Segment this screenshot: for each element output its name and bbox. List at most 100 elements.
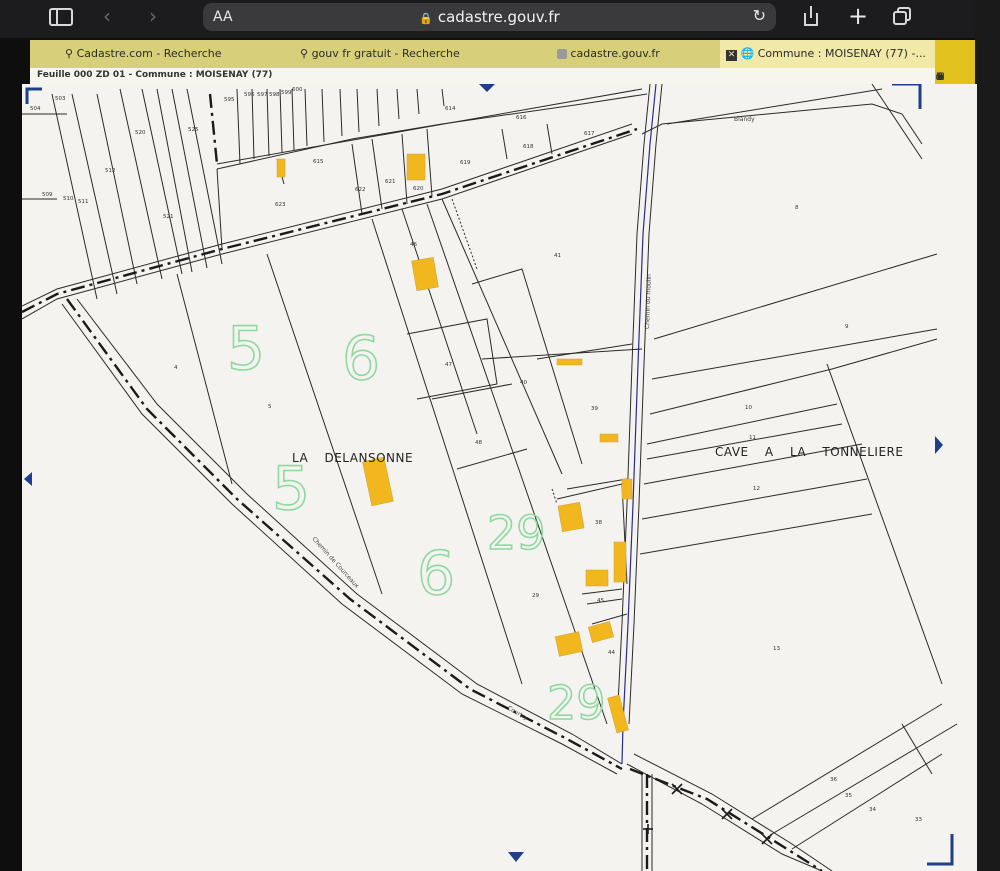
parcel-label: 34 bbox=[869, 807, 876, 813]
search-icon: ⚲ bbox=[300, 47, 309, 60]
parcel-label: 521 bbox=[163, 214, 174, 220]
parcel-label: 619 bbox=[460, 160, 471, 166]
back-icon[interactable]: ‹ bbox=[103, 4, 111, 28]
place-name-cave-a-la-tonneliere: CAVE A LA TONNELIERE bbox=[715, 445, 903, 459]
forward-icon[interactable]: › bbox=[149, 4, 157, 28]
parcel-label: 33 bbox=[915, 817, 922, 823]
tab-label: Commune : MOISENAY (77) -... bbox=[757, 47, 926, 60]
parcel-label: 597 bbox=[257, 92, 268, 98]
parcel-label: 614 bbox=[445, 106, 456, 112]
close-icon[interactable]: ☒ bbox=[936, 72, 944, 82]
parcel-label: 47 bbox=[445, 362, 452, 368]
parcel-label: 509 bbox=[42, 192, 53, 198]
tab-cadastre-gouv[interactable]: cadastre.gouv.fr bbox=[557, 40, 727, 68]
place-name-la-delansonne: LA DELANSONNE bbox=[292, 451, 413, 465]
parcel-label: 29 bbox=[532, 593, 539, 599]
parcel-label: 622 bbox=[355, 187, 366, 193]
parcel-label: 12 bbox=[753, 486, 760, 492]
handwritten-number: 6 bbox=[342, 324, 380, 394]
road-labels: Blandy Chemin du moulin Chemin de Cource… bbox=[311, 116, 756, 722]
tab-label: Cadastre.com - Recherche bbox=[76, 47, 222, 60]
device-bezel bbox=[975, 0, 1000, 871]
parcel-label: 40 bbox=[520, 380, 527, 386]
tab-label: gouv fr gratuit - Recherche bbox=[311, 47, 460, 60]
parcel-label: 5 bbox=[268, 404, 272, 410]
pan-left-icon[interactable] bbox=[24, 472, 32, 486]
sidebar-icon[interactable] bbox=[49, 8, 73, 26]
parcel-label: 623 bbox=[275, 202, 286, 208]
parcel-label: 10 bbox=[745, 405, 752, 411]
handwritten-number: 5 bbox=[227, 314, 265, 384]
sheet-title: Feuille 000 ZD 01 - Commune : MOISENAY (… bbox=[37, 70, 273, 80]
place-names: LA DELANSONNE CAVE A LA TONNELIERE bbox=[292, 445, 903, 465]
address-bar[interactable]: AA 🔒 cadastre.gouv.fr ↻ bbox=[203, 3, 776, 31]
parcel-label: 617 bbox=[584, 131, 595, 137]
parcel-label: 503 bbox=[55, 96, 66, 102]
cadastre-map[interactable]: 5 6 5 6 29 29 503 504 595 596 597 598 59… bbox=[22, 84, 977, 871]
parcel-label: 13 bbox=[773, 646, 780, 652]
parcel-label: 504 bbox=[30, 106, 41, 112]
handwritten-number: 6 bbox=[417, 539, 455, 609]
tab-cadastre-com[interactable]: ⚲ Cadastre.com - Recherche bbox=[65, 40, 275, 68]
road-label-courtry: Courtry bbox=[506, 705, 529, 723]
parcel-label: 45 bbox=[597, 598, 604, 604]
reload-icon[interactable]: ↻ bbox=[753, 6, 766, 25]
parcel-label: 600 bbox=[292, 87, 303, 93]
browser-toolbar: ‹ › AA 🔒 cadastre.gouv.fr ↻ + bbox=[0, 0, 1000, 38]
pan-down-icon[interactable] bbox=[508, 852, 524, 862]
parcel-label: 44 bbox=[608, 650, 615, 656]
parcel-label: 620 bbox=[413, 186, 424, 192]
road-label-blandy: Blandy bbox=[734, 116, 755, 123]
pan-right-icon[interactable] bbox=[935, 436, 943, 454]
search-icon: ⚲ bbox=[65, 47, 74, 60]
parcel-label: 618 bbox=[523, 144, 534, 150]
parcel-label: 511 bbox=[78, 199, 89, 205]
parcel-label: 39 bbox=[591, 406, 598, 412]
parcel-label: 36 bbox=[830, 777, 837, 783]
close-icon[interactable]: ✕ bbox=[726, 50, 737, 61]
chemin-centerline bbox=[621, 84, 657, 765]
tab-bar: ⚲ Cadastre.com - Recherche ⚲ gouv fr gra… bbox=[30, 40, 935, 68]
handwritten-number: 29 bbox=[547, 676, 606, 730]
map-canvas[interactable]: 5 6 5 6 29 29 503 504 595 596 597 598 59… bbox=[22, 84, 977, 871]
parcel-label: 598 bbox=[269, 92, 280, 98]
handwritten-marks: 5 6 5 6 29 29 bbox=[226, 313, 606, 731]
parcel-label: 596 bbox=[244, 92, 255, 98]
tab-commune-moisenay[interactable]: ✕ 🌐 Commune : MOISENAY (77) -... bbox=[720, 40, 935, 68]
parcel-label: 8 bbox=[795, 205, 799, 211]
new-tab-icon[interactable]: + bbox=[848, 2, 868, 30]
road-label-chemin-du-moulin: Chemin du moulin bbox=[644, 274, 653, 329]
parcel-lines bbox=[22, 84, 958, 871]
parcel-label: 38 bbox=[595, 520, 602, 526]
parcel-label: 510 bbox=[63, 196, 74, 202]
parcel-label: 595 bbox=[224, 97, 235, 103]
parcel-label: 41 bbox=[554, 253, 561, 259]
handwritten-number: 29 bbox=[487, 506, 546, 560]
parcel-label: 11 bbox=[749, 435, 756, 441]
sheet-header: Feuille 000 ZD 01 - Commune : MOISENAY (… bbox=[30, 68, 945, 85]
map-nav-arrows bbox=[24, 84, 943, 862]
tab-label: cadastre.gouv.fr bbox=[570, 47, 660, 60]
tab-gouv-fr-gratuit[interactable]: ⚲ gouv fr gratuit - Recherche bbox=[300, 40, 510, 68]
parcel-label: 520 bbox=[135, 130, 146, 136]
parcel-label: 599 bbox=[281, 90, 292, 96]
tabs-overview-icon[interactable] bbox=[893, 7, 911, 25]
parcel-label: 621 bbox=[385, 179, 396, 185]
share-icon[interactable] bbox=[802, 6, 820, 26]
parcel-label: 48 bbox=[475, 440, 482, 446]
buildings bbox=[276, 153, 633, 734]
url-text: 🔒 cadastre.gouv.fr bbox=[203, 8, 776, 26]
url-value: cadastre.gouv.fr bbox=[437, 8, 560, 26]
site-icon bbox=[557, 49, 567, 59]
lock-icon: 🔒 bbox=[419, 12, 434, 25]
parcel-label: 616 bbox=[516, 115, 527, 121]
globe-icon: 🌐 bbox=[740, 47, 755, 60]
parcel-label: 525 bbox=[188, 127, 199, 133]
parcel-label: 46 bbox=[410, 242, 417, 248]
pan-up-icon[interactable] bbox=[479, 84, 495, 92]
parcel-label: 9 bbox=[845, 324, 849, 330]
parcel-label: 512 bbox=[105, 168, 116, 174]
boundary-crosses bbox=[643, 783, 773, 845]
parcel-label: 615 bbox=[313, 159, 324, 165]
parcel-label: 35 bbox=[845, 793, 852, 799]
